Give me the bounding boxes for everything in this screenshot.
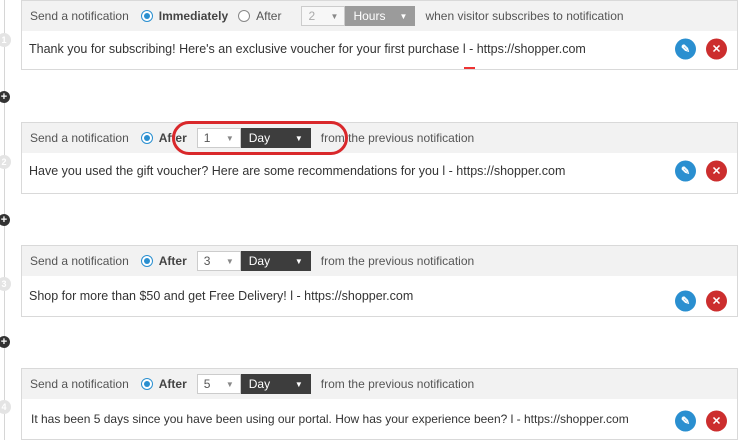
send-label: Send a notification <box>30 377 129 391</box>
caret-down-icon: ▼ <box>294 256 303 266</box>
timing-description: from the previous notification <box>320 254 475 268</box>
card-settings-row: Send a notification After 5 ▼ Day ▼ from… <box>22 369 737 399</box>
card-settings-row: Send a notification Immediately After 2 … <box>22 1 737 31</box>
pencil-icon: ✎ <box>680 165 691 178</box>
unit-value: Day <box>248 131 271 145</box>
edit-button[interactable]: ✎ <box>675 38 696 60</box>
timing-description: when visitor subscribes to notification <box>425 9 624 23</box>
caret-down-icon: ▼ <box>399 11 408 21</box>
message-row: Thank you for subscribing! Here's an exc… <box>22 31 737 67</box>
edit-button[interactable]: ✎ <box>675 290 696 312</box>
message-row: Shop for more than $50 and get Free Deli… <box>22 276 737 316</box>
red-underline-mark <box>464 67 475 69</box>
amount-value: 2 <box>308 9 316 23</box>
amount-select[interactable]: 5 ▼ <box>196 374 241 394</box>
unit-value: Hours <box>353 9 386 23</box>
option-immediately-label: Immediately <box>158 9 229 23</box>
add-step-button[interactable]: + <box>0 214 10 226</box>
edit-button[interactable]: ✎ <box>675 160 696 182</box>
option-after-label: After <box>158 377 187 391</box>
unit-select[interactable]: Day ▼ <box>240 374 311 394</box>
caret-down-icon: ▼ <box>225 379 234 389</box>
message-row: Have you used the gift voucher? Here are… <box>22 153 737 189</box>
message-row: It has been 5 days since you have been u… <box>22 399 737 439</box>
timing-description: from the previous notification <box>320 377 475 391</box>
notification-card-4: Send a notification After 5 ▼ Day ▼ from… <box>21 368 738 440</box>
delete-button[interactable]: ✕ <box>706 410 727 432</box>
close-icon: ✕ <box>711 415 722 428</box>
pencil-icon: ✎ <box>680 295 691 308</box>
caret-down-icon: ▼ <box>294 379 303 389</box>
plus-icon: + <box>0 214 8 226</box>
unit-value: Day <box>248 254 271 268</box>
delete-button[interactable]: ✕ <box>706 290 727 312</box>
message-text[interactable]: Shop for more than $50 and get Free Deli… <box>29 289 413 303</box>
card-settings-row: Send a notification After 1 ▼ Day ▼ from… <box>22 123 737 153</box>
caret-down-icon: ▼ <box>225 133 234 143</box>
amount-value: 3 <box>203 254 211 268</box>
pencil-icon: ✎ <box>680 415 691 428</box>
amount-value: 5 <box>203 377 211 391</box>
message-text[interactable]: Have you used the gift voucher? Here are… <box>29 164 565 178</box>
delete-button[interactable]: ✕ <box>706 38 727 60</box>
caret-down-icon: ▼ <box>225 256 234 266</box>
step-number-2: 2 <box>0 155 11 169</box>
unit-select[interactable]: Day ▼ <box>240 251 311 271</box>
send-label: Send a notification <box>30 9 129 23</box>
send-label: Send a notification <box>30 131 129 145</box>
notification-card-2: Send a notification After 1 ▼ Day ▼ from… <box>21 122 738 194</box>
caret-down-icon: ▼ <box>294 133 303 143</box>
message-text[interactable]: It has been 5 days since you have been u… <box>31 412 629 426</box>
amount-select[interactable]: 2 ▼ <box>301 6 346 26</box>
notification-card-1: Send a notification Immediately After 2 … <box>21 0 738 70</box>
amount-select[interactable]: 3 ▼ <box>196 251 241 271</box>
unit-select[interactable]: Hours ▼ <box>345 6 416 26</box>
close-icon: ✕ <box>711 43 722 56</box>
delete-button[interactable]: ✕ <box>706 160 727 182</box>
close-icon: ✕ <box>711 295 722 308</box>
timing-description: from the previous notification <box>320 131 475 145</box>
plus-icon: + <box>0 336 8 348</box>
radio-after[interactable] <box>140 255 153 267</box>
unit-select[interactable]: Day ▼ <box>240 128 311 148</box>
edit-button[interactable]: ✎ <box>675 410 696 432</box>
option-after-label: After <box>158 131 187 145</box>
option-after-label: After <box>256 9 282 23</box>
pencil-icon: ✎ <box>680 43 691 56</box>
notification-card-3: Send a notification After 3 ▼ Day ▼ from… <box>21 245 738 317</box>
add-step-button[interactable]: + <box>0 336 10 348</box>
step-number-4: 4 <box>0 400 11 414</box>
step-number-3: 3 <box>0 277 11 291</box>
card-settings-row: Send a notification After 3 ▼ Day ▼ from… <box>22 246 737 276</box>
unit-value: Day <box>248 377 271 391</box>
option-after-label: After <box>158 254 187 268</box>
plus-icon: + <box>0 91 8 103</box>
radio-after[interactable] <box>140 378 153 390</box>
add-step-button[interactable]: + <box>0 91 10 103</box>
amount-select[interactable]: 1 ▼ <box>196 128 241 148</box>
caret-down-icon: ▼ <box>330 11 339 21</box>
close-icon: ✕ <box>711 165 722 178</box>
message-text[interactable]: Thank you for subscribing! Here's an exc… <box>29 42 586 56</box>
send-label: Send a notification <box>30 254 129 268</box>
radio-immediately[interactable] <box>140 10 153 22</box>
radio-after[interactable] <box>238 10 251 22</box>
radio-after[interactable] <box>140 132 153 144</box>
step-number-1: 1 <box>0 33 11 47</box>
amount-value: 1 <box>203 131 211 145</box>
